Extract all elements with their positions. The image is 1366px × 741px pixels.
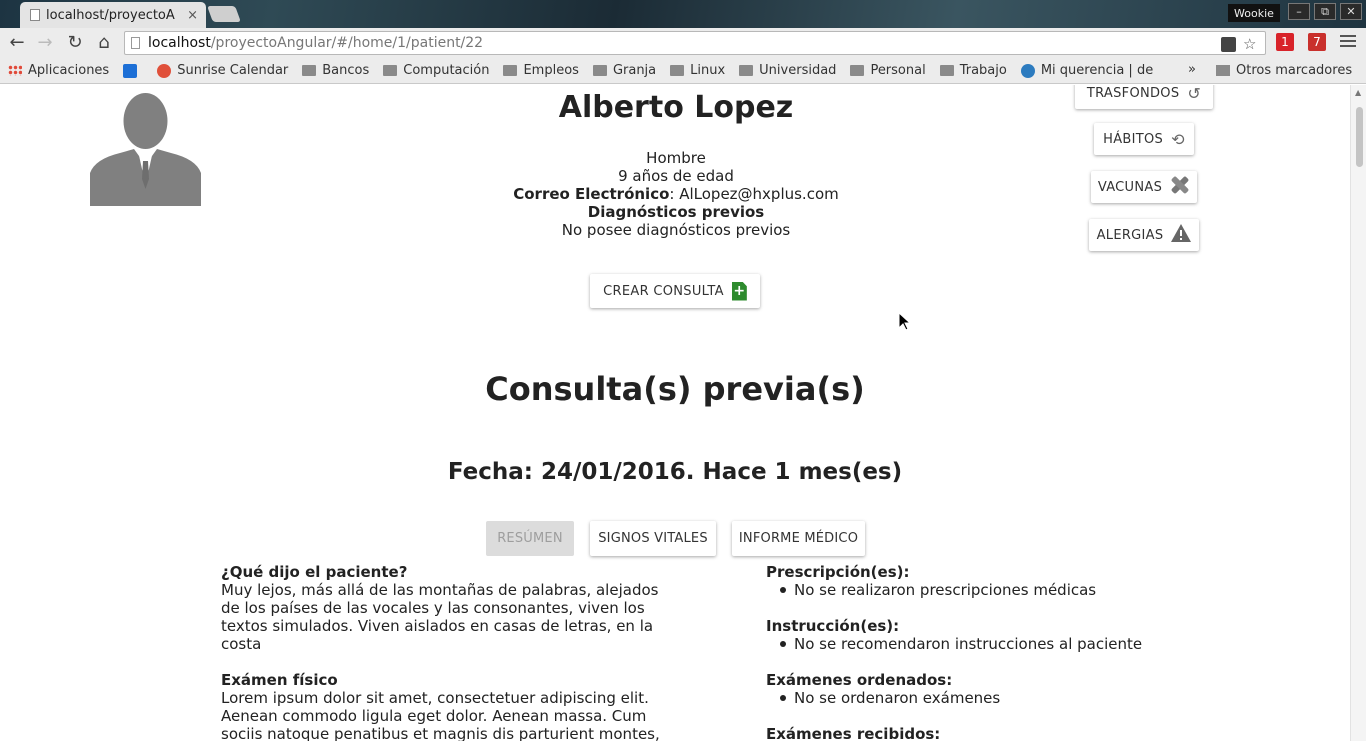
prescriptions-title: Prescripción(es): [766,563,910,581]
page-scrollbar[interactable]: ▲ [1350,85,1366,741]
bookmark-bancos[interactable]: Bancos [302,63,369,78]
bookmark-apps[interactable]: Aplicaciones [8,63,109,78]
extension-icon[interactable]: 1 [1276,33,1294,51]
home-button[interactable]: ⌂ [93,32,115,54]
patient-email-row: Correo Electrónico: AlLopez@hxplus.com [513,185,839,203]
patient-name: Alberto Lopez [558,90,794,125]
folder-icon [670,65,685,76]
patient-gender: Hombre [646,149,706,167]
scrollbar-thumb[interactable] [1356,107,1363,167]
patient-avatar [90,85,201,206]
minimize-button[interactable]: – [1288,3,1310,20]
wordpress-icon [1020,63,1035,78]
user-silhouette-icon [90,93,201,206]
folder-icon [592,65,607,76]
back-button[interactable]: ← [6,32,28,54]
new-tab-button[interactable] [207,6,241,22]
bookmark-computacion[interactable]: Computación [383,63,489,78]
trasfondos-button[interactable]: TRASFONDOS ↺ [1075,85,1213,109]
address-bar[interactable]: localhost/proyectoAngular/#/home/1/patie… [124,31,1266,55]
consultation-summary-right: Prescripción(es): No se realizaron presc… [766,563,1206,741]
consultation-summary-left: ¿Qué dijo el paciente? Muy lejos, más al… [221,563,681,741]
folder-icon [1216,65,1230,76]
bookmark-mi-querencia[interactable]: Mi querencia | de [1020,63,1153,78]
browser-tab[interactable]: localhost/proyectoA × [20,2,206,28]
scroll-up-icon[interactable]: ▲ [1355,88,1361,97]
patient-said-title: ¿Qué dijo el paciente? [221,563,408,581]
habits-icon: ⟲ [1171,129,1185,149]
bookmark-twitter[interactable] [123,63,143,78]
tab-resumen[interactable]: RESÚMEN [486,521,574,556]
bookmark-sunrise[interactable]: Sunrise Calendar [157,63,288,78]
received-exams-title: Exámenes recibidos: [766,725,941,741]
consultation-date: Fecha: 24/01/2016. Hace 1 mes(es) [447,459,903,485]
patient-header: Alberto Lopez Hombre 9 años de edad Corr… [400,85,952,239]
history-icon: ↺ [1187,85,1202,103]
folder-icon [939,65,954,76]
patient-email: AlLopez@hxplus.com [679,185,839,203]
bookmark-trabajo[interactable]: Trabajo [939,63,1007,78]
diagnoses-value: No posee diagnósticos previos [561,221,791,239]
alergias-button[interactable]: ALERGIAS [1089,219,1199,251]
add-document-icon: + [731,281,747,301]
instructions-title: Instrucción(es): [766,617,900,635]
tab-signos-vitales[interactable]: SIGNOS VITALES [590,521,716,556]
bookmark-empleos[interactable]: Empleos [503,63,579,78]
folder-icon [850,65,865,76]
menu-icon[interactable] [1340,35,1356,49]
url-text: localhost/proyectoAngular/#/home/1/patie… [148,35,484,51]
forward-button[interactable]: → [34,32,56,54]
vacunas-button[interactable]: VACUNAS [1091,171,1197,203]
consultations-title: Consulta(s) previa(s) [485,370,865,408]
folder-icon [302,65,317,76]
create-consultation-button[interactable]: CREAR CONSULTA + [590,274,760,308]
page-viewport: Alberto Lopez Hombre 9 años de edad Corr… [0,85,1350,741]
apps-icon [8,65,22,76]
patient-age: 9 años de edad [618,167,734,185]
patient-said-text: Muy lejos, más allá de las montañas de p… [221,581,659,653]
browser-toolbar: ← → ↻ ⌂ localhost/proyectoAngular/#/home… [0,28,1366,58]
todoist-icon[interactable]: 7 [1308,33,1326,51]
settings-icon[interactable] [1221,37,1236,52]
restore-button[interactable]: ⧉ [1314,3,1336,20]
window-titlebar: localhost/proyectoA × Wookie – ⧉ ✕ [0,0,1366,28]
list-item: No se recomendaron instrucciones al paci… [766,635,1206,653]
tab-informe-medico[interactable]: INFORME MÉDICO [732,521,865,556]
email-label: Correo Electrónico [513,185,670,203]
bandage-icon [1170,175,1190,199]
list-item: No se realizaron prescripciones médicas [766,581,1206,599]
bookmark-other[interactable]: Otros marcadores [1216,58,1352,83]
bookmarks-bar: Aplicaciones Sunrise Calendar Bancos Com… [0,58,1366,84]
close-icon[interactable]: × [187,8,198,23]
mouse-cursor-icon [899,313,911,331]
folder-icon [383,65,398,76]
list-item: No se ordenaron exámenes [766,689,1206,707]
bookmark-universidad[interactable]: Universidad [739,63,836,78]
bookmarks-overflow-button[interactable]: » [1188,62,1196,77]
ordered-exams-title: Exámenes ordenados: [766,671,953,689]
sunrise-icon [157,63,172,78]
bookmark-personal[interactable]: Personal [850,63,926,78]
tab-title: localhost/proyectoA [46,7,175,23]
reload-button[interactable]: ↻ [64,32,86,54]
bookmark-linux[interactable]: Linux [670,63,725,78]
habitos-button[interactable]: HÁBITOS ⟲ [1094,123,1194,155]
diagnoses-label: Diagnósticos previos [587,203,765,221]
page-icon [30,9,40,21]
folder-icon [739,65,754,76]
twitter-icon [123,63,138,78]
folder-icon [503,65,518,76]
physical-exam-title: Exámen físico [221,671,338,689]
bookmark-granja[interactable]: Granja [592,63,656,78]
warning-icon [1171,224,1192,246]
physical-exam-text: Lorem ipsum dolor sit amet, consectetuer… [221,689,660,741]
page-icon [131,37,140,49]
window-close-button[interactable]: ✕ [1340,3,1362,20]
star-icon[interactable]: ☆ [1243,35,1256,53]
profile-badge[interactable]: Wookie [1228,4,1280,22]
